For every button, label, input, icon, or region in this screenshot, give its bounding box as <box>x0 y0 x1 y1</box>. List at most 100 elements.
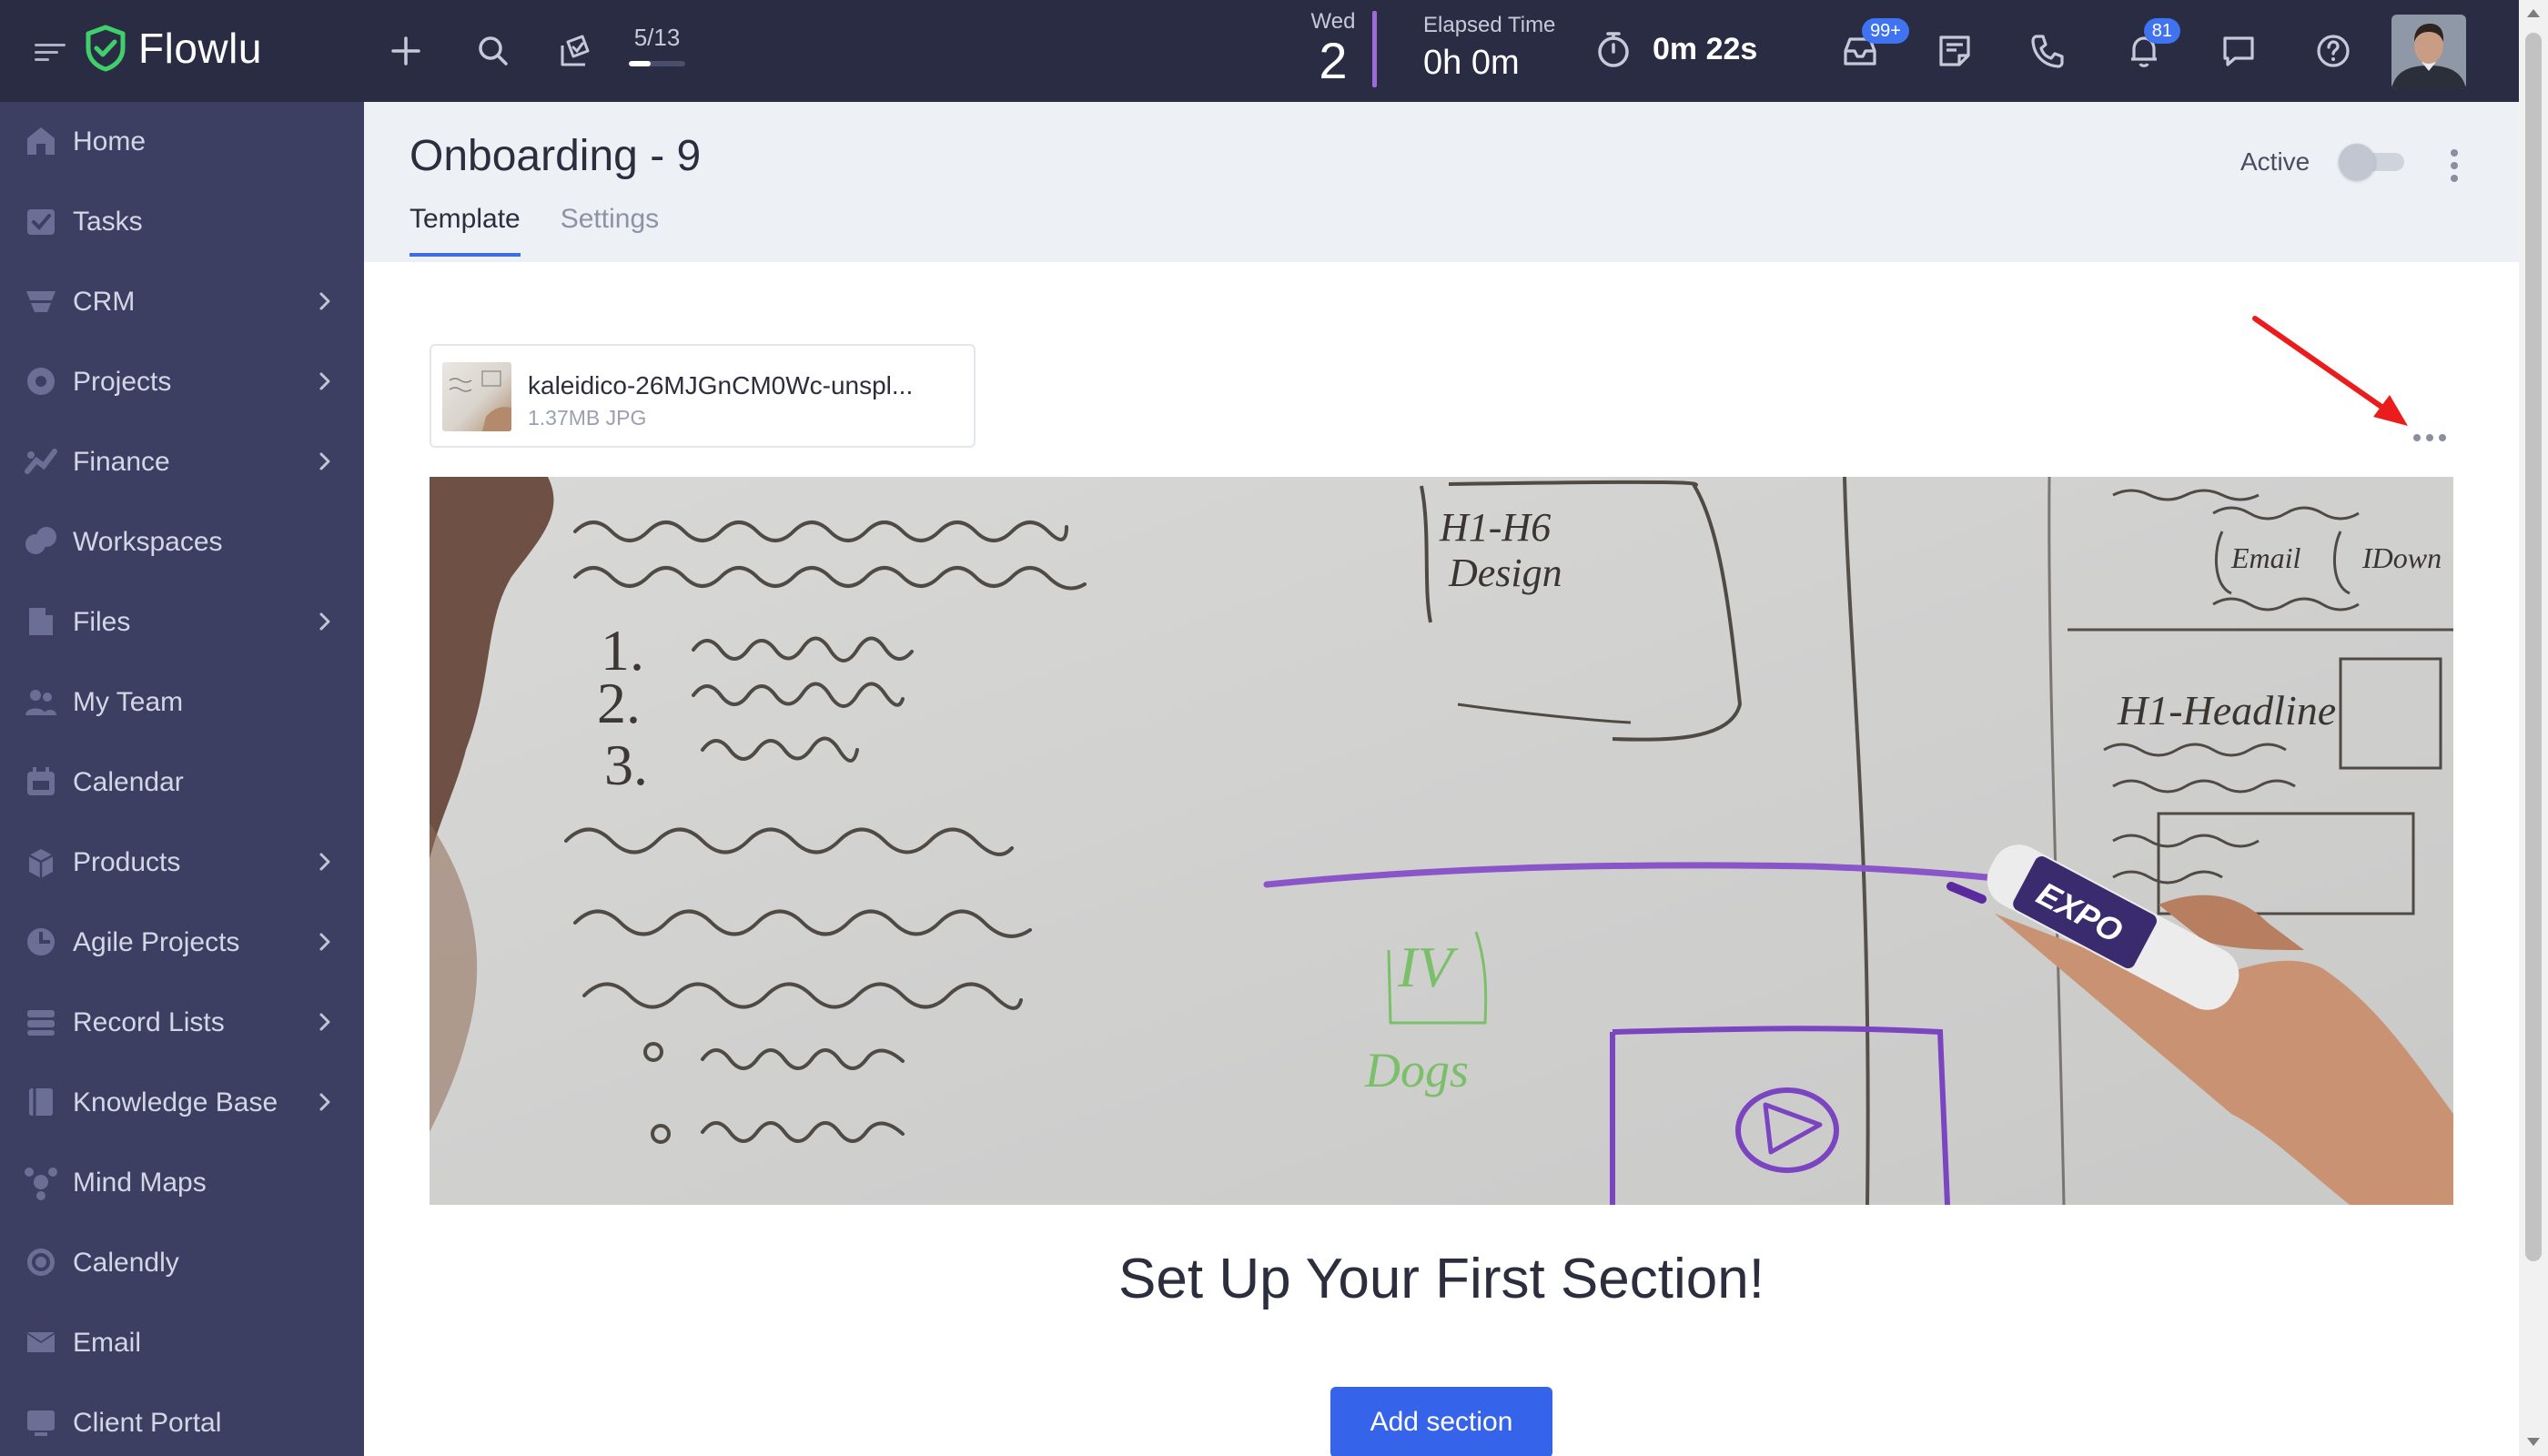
sidebar-item-label: CRM <box>73 287 136 317</box>
sidebar-item-label: Email <box>73 1328 142 1358</box>
chevron-right-icon[interactable] <box>315 932 335 952</box>
chevron-right-icon[interactable] <box>315 371 335 391</box>
projects-icon <box>27 368 55 395</box>
add-section-button[interactable]: Add section <box>1330 1387 1552 1456</box>
scroll-up-icon[interactable] <box>2527 9 2540 17</box>
user-avatar-image <box>2391 15 2466 89</box>
notifications-bell-icon[interactable]: 81 <box>2120 18 2180 75</box>
tab-settings[interactable]: Settings <box>561 204 659 257</box>
active-toggle-switch[interactable] <box>2339 144 2405 180</box>
notes-icon[interactable] <box>1931 27 1978 75</box>
phone-icon[interactable] <box>2024 27 2071 75</box>
sidebar-item-label: Home <box>73 126 147 157</box>
task-progress-bar <box>629 61 685 66</box>
whiteboard-text: Design <box>1448 551 1562 595</box>
tasks-icon <box>27 209 55 235</box>
files-icon <box>29 608 53 635</box>
user-avatar[interactable] <box>2391 15 2466 89</box>
flowlu-logo-icon <box>86 25 126 72</box>
sidebar-item-knowledge-base[interactable]: Knowledge Base <box>0 1063 364 1143</box>
sidebar-item-record-lists[interactable]: Record Lists <box>0 983 364 1063</box>
agile-icon <box>27 928 55 956</box>
sidebar-item-email[interactable]: Email <box>0 1303 364 1383</box>
tab-template[interactable]: Template <box>410 204 521 257</box>
chevron-right-icon[interactable] <box>315 291 335 311</box>
sidebar-item-label: Agile Projects <box>73 927 240 957</box>
mail-icon[interactable]: 99+ <box>1836 18 1909 75</box>
sidebar-item-crm[interactable]: CRM <box>0 262 364 342</box>
task-progress-fill <box>629 61 651 66</box>
section-more-options-icon[interactable] <box>2402 424 2457 451</box>
app-name: Flowlu <box>138 25 262 72</box>
sidebar-item-files[interactable]: Files <box>0 582 364 662</box>
task-counter[interactable]: 5/13 <box>624 24 690 66</box>
whiteboard-list-number: 2. <box>597 671 641 735</box>
sidebar-item-calendly[interactable]: Calendly <box>0 1223 364 1303</box>
active-status: Active <box>2240 144 2405 180</box>
mind-maps-icon <box>25 1168 57 1200</box>
calendly-icon <box>27 1249 55 1276</box>
attachment-card[interactable]: kaleidico-26MJGnCM0Wc-unspl... 1.37MB JP… <box>430 344 976 448</box>
sidebar-item-label: Mind Maps <box>73 1168 207 1198</box>
chevron-right-icon[interactable] <box>315 612 335 632</box>
chevron-right-icon[interactable] <box>315 852 335 872</box>
menu-toggle-icon[interactable] <box>35 40 66 62</box>
sidebar-item-label: Products <box>73 847 181 877</box>
task-tracker-icon[interactable] <box>551 27 599 75</box>
sidebar-item-finance[interactable]: Finance <box>0 422 364 502</box>
sidebar: Home Tasks CRM Projects Finance Workspaces Fil… <box>0 102 364 1456</box>
sidebar-item-home[interactable]: Home <box>0 102 364 182</box>
sidebar-item-projects[interactable]: Projects <box>0 342 364 422</box>
knowledge-base-icon <box>29 1088 53 1116</box>
toggle-knob <box>2339 144 2376 180</box>
sidebar-item-agile-projects[interactable]: Agile Projects <box>0 903 364 983</box>
search-icon[interactable] <box>470 27 517 75</box>
products-icon <box>28 849 54 878</box>
date-divider <box>1372 11 1377 87</box>
elapsed-time-label: Elapsed Time <box>1423 13 1556 37</box>
day-of-week: Wed <box>1310 9 1356 34</box>
section-heading: Set Up Your First Section! <box>1118 1248 1764 1310</box>
sidebar-item-mind-maps[interactable]: Mind Maps <box>0 1143 364 1223</box>
sidebar-item-label: Knowledge Base <box>73 1087 278 1117</box>
sidebar-item-client-portal[interactable]: Client Portal <box>0 1383 364 1456</box>
page-scrollbar[interactable] <box>2519 0 2548 1456</box>
sidebar-item-workspaces[interactable]: Workspaces <box>0 502 364 582</box>
help-icon[interactable] <box>2310 27 2357 75</box>
sidebar-item-my-team[interactable]: My Team <box>0 662 364 743</box>
tab-bar: Template Settings <box>410 204 659 257</box>
scroll-down-icon[interactable] <box>2527 1438 2540 1446</box>
template-content: kaleidico-26MJGnCM0Wc-unspl... 1.37MB JP… <box>364 262 2519 1456</box>
sidebar-item-label: Projects <box>73 367 172 397</box>
top-bar: Flowlu 5/13 Wed 2 Elapsed Time 0h 0m 0m … <box>0 0 2519 102</box>
sidebar-item-products[interactable]: Products <box>0 823 364 903</box>
whiteboard-text: Email <box>2230 541 2301 574</box>
app-logo[interactable]: Flowlu <box>84 24 262 73</box>
task-counter-text: 5/13 <box>633 24 681 51</box>
elapsed-time: Elapsed Time 0h 0m <box>1423 13 1555 83</box>
attachment-meta: 1.37MB JPG <box>528 406 647 430</box>
sidebar-item-tasks[interactable]: Tasks <box>0 182 364 262</box>
add-icon[interactable] <box>382 27 430 75</box>
crm-icon <box>26 291 56 312</box>
chat-icon[interactable] <box>2215 27 2262 75</box>
sidebar-item-label: Client Portal <box>73 1408 222 1438</box>
whiteboard-text: H1-Headline <box>2117 687 2336 733</box>
chevron-right-icon[interactable] <box>315 451 335 471</box>
sidebar-item-label: Finance <box>73 447 170 477</box>
chevron-right-icon[interactable] <box>315 1012 335 1032</box>
whiteboard-photo: 1. 2. 3. H1-H6 Design H1-Headline Email <box>430 477 2453 1205</box>
sidebar-item-calendar[interactable]: Calendar <box>0 743 364 823</box>
chevron-right-icon[interactable] <box>315 1092 335 1112</box>
date-display: Wed 2 <box>1292 9 1374 87</box>
timer-widget[interactable]: 0m 22s <box>1594 29 1757 69</box>
attachment-name: kaleidico-26MJGnCM0Wc-unspl... <box>528 371 914 399</box>
scrollbar-thumb[interactable] <box>2525 33 2542 1261</box>
mail-badge: 99+ <box>1862 18 1909 44</box>
annotation-arrow-icon <box>2252 316 2408 426</box>
calendar-icon <box>27 767 55 795</box>
more-options-vertical-icon[interactable] <box>2441 146 2468 186</box>
active-label: Active <box>2240 147 2310 176</box>
stopwatch-icon <box>1598 32 1629 67</box>
client-portal-icon <box>27 1410 55 1436</box>
